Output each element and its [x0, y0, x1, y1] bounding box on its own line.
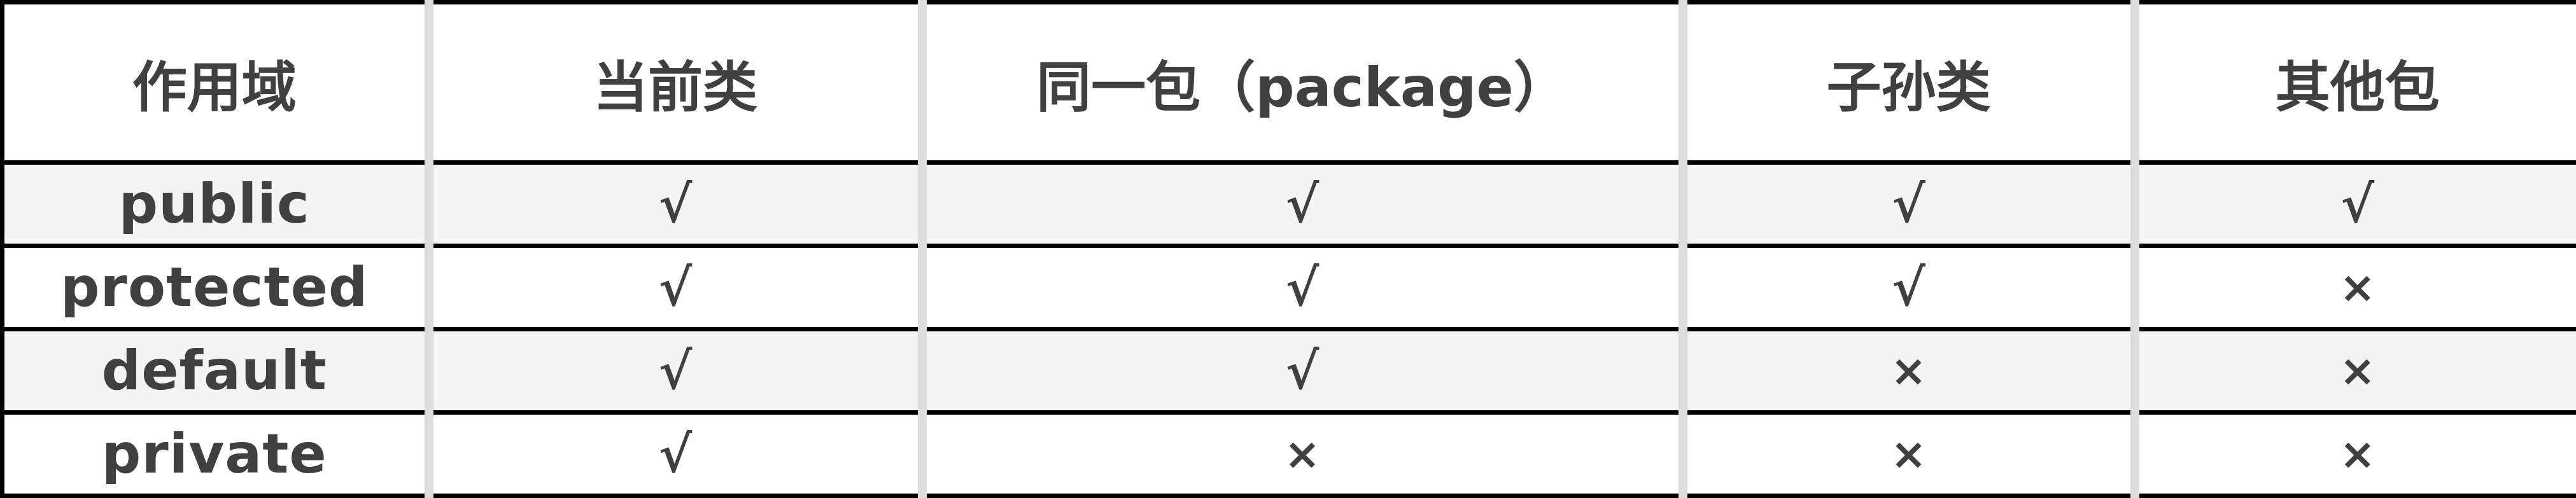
scope-label: public: [3, 163, 429, 246]
access-mark: √: [1683, 246, 2135, 329]
access-mark: √: [1683, 163, 2135, 246]
table-header: 作用域 当前类 同一包（package） 子孙类 其他包: [3, 3, 2576, 163]
access-mark: ×: [1683, 413, 2135, 496]
header-current-class: 当前类: [429, 3, 922, 163]
access-mark: √: [2135, 163, 2576, 246]
access-mark: ×: [1683, 329, 2135, 413]
header-other-package: 其他包: [2135, 3, 2576, 163]
scope-label: private: [3, 413, 429, 496]
access-mark: √: [922, 246, 1683, 329]
table-body: public √ √ √ √ protected √ √ √ × default…: [3, 163, 2576, 496]
table-row-private: private √ × × ×: [3, 413, 2576, 496]
scope-label: protected: [3, 246, 429, 329]
table-row-public: public √ √ √ √: [3, 163, 2576, 246]
access-mark: √: [922, 329, 1683, 413]
access-mark: ×: [2135, 329, 2576, 413]
access-mark: ×: [922, 413, 1683, 496]
scope-label: default: [3, 329, 429, 413]
table-row-default: default √ √ × ×: [3, 329, 2576, 413]
access-mark: √: [429, 163, 922, 246]
access-mark: √: [429, 329, 922, 413]
access-mark: √: [429, 413, 922, 496]
header-subclass: 子孙类: [1683, 3, 2135, 163]
header-same-package: 同一包（package）: [922, 3, 1683, 163]
access-mark: ×: [2135, 413, 2576, 496]
header-row: 作用域 当前类 同一包（package） 子孙类 其他包: [3, 3, 2576, 163]
access-mark: ×: [2135, 246, 2576, 329]
access-mark: √: [922, 163, 1683, 246]
header-scope: 作用域: [3, 3, 429, 163]
table-row-protected: protected √ √ √ ×: [3, 246, 2576, 329]
access-mark: √: [429, 246, 922, 329]
access-modifier-table: 作用域 当前类 同一包（package） 子孙类 其他包 public √ √ …: [0, 0, 2576, 498]
